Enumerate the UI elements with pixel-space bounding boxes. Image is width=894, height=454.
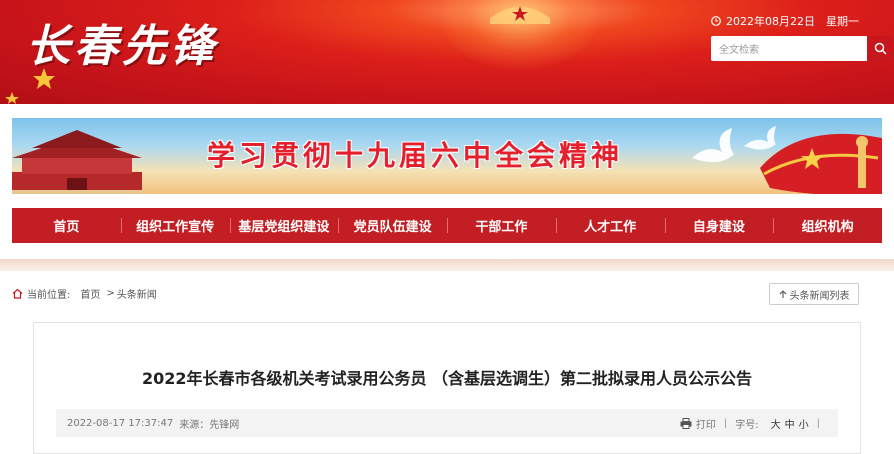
breadcrumb-current[interactable]: 头条新闻 (117, 286, 157, 301)
main-nav: 首页 组织工作宣传 基层党组织建设 党员队伍建设 干部工作 人才工作 自身建设 … (12, 208, 882, 243)
search-button[interactable] (867, 36, 893, 61)
current-date: 2022年08月22日 (726, 15, 815, 28)
breadcrumb-label: 当前位置: (27, 290, 71, 301)
news-list-button[interactable]: 头条新闻列表 (769, 283, 859, 305)
party-flag-icon (760, 133, 882, 194)
nav-item-org-publicity[interactable]: 组织工作宣传 (120, 208, 230, 243)
news-list-label: 头条新闻列表 (789, 290, 850, 302)
nav-item-members[interactable]: 党员队伍建设 (338, 208, 447, 243)
article-panel: 2022年长春市各级机关考试录用公务员 （含基层选调生）第二批拟录用人员公示公告… (33, 322, 861, 454)
nav-item-organization[interactable]: 组织机构 (773, 208, 882, 243)
article-tools: 打印 | 字号: 大 中 小 | (680, 416, 824, 431)
home-icon (12, 288, 23, 299)
breadcrumb-separator: > (106, 288, 115, 299)
nav-item-home[interactable]: 首页 (12, 208, 121, 243)
nav-item-self-building[interactable]: 自身建设 (664, 208, 774, 243)
theme-banner[interactable]: 学习贯彻十九届六中全会精神 (12, 118, 882, 194)
breadcrumb-home[interactable]: 首页 (80, 286, 100, 301)
nav-item-cadres[interactable]: 干部工作 (447, 208, 556, 243)
search-bar: 全文检索 (711, 36, 893, 61)
publish-time: 2022-08-17 17:37:47 (67, 417, 174, 429)
breadcrumb: 当前位置: 首页 > 头条新闻 (12, 286, 157, 301)
article-source: 来源：先锋网 (179, 419, 240, 431)
search-input[interactable]: 全文检索 (711, 36, 867, 61)
nav-item-grassroots[interactable]: 基层党组织建设 (229, 208, 339, 243)
date-display: 2022年08月22日 星期一 (711, 13, 859, 29)
divider-strip (0, 259, 894, 271)
tiananmen-gate-icon (12, 130, 142, 194)
fontsize-small[interactable]: 小 (799, 416, 809, 431)
article-title: 2022年长春市各级机关考试录用公务员 （含基层选调生）第二批拟录用人员公示公告 (141, 369, 753, 388)
fontsize-label: 字号: (735, 419, 759, 431)
article-meta: 2022-08-17 17:37:47 来源：先锋网 打印 | 字号: 大 中 … (56, 409, 838, 437)
clock-icon (711, 16, 721, 26)
arrow-up-icon (779, 289, 786, 298)
fontsize-large[interactable]: 大 (771, 416, 781, 431)
divider: | (816, 417, 820, 429)
current-weekday: 星期一 (826, 15, 859, 28)
fontsize-medium[interactable]: 中 (785, 416, 795, 431)
site-header: 长春先锋 2022年08月22日 星期一 全文检索 (0, 0, 894, 104)
party-emblem-icon (490, 6, 550, 24)
search-icon (874, 42, 887, 55)
decorative-stars-icon (5, 68, 55, 104)
divider: | (723, 417, 728, 429)
banner-slogan: 学习贯彻十九届六中全会精神 (207, 139, 624, 172)
print-button[interactable]: 打印 (696, 416, 716, 431)
nav-item-talent[interactable]: 人才工作 (555, 208, 665, 243)
print-icon[interactable] (680, 417, 692, 429)
